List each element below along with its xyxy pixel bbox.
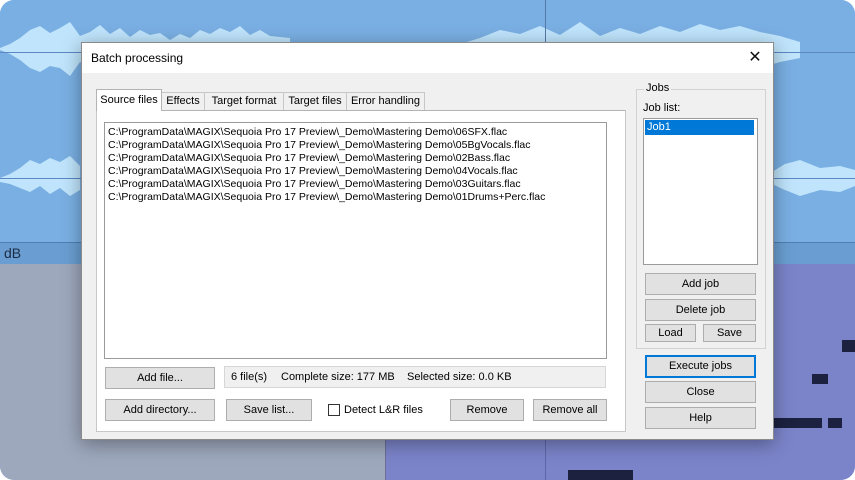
dialog-titlebar[interactable]: Batch processing ✕ bbox=[82, 43, 773, 73]
add-job-button[interactable]: Add job bbox=[645, 273, 756, 295]
add-file-button[interactable]: Add file... bbox=[105, 367, 215, 389]
batch-processing-dialog: Batch processing ✕ Source files Effects … bbox=[81, 42, 774, 440]
list-item[interactable]: C:\ProgramData\MAGIX\Sequoia Pro 17 Prev… bbox=[108, 152, 510, 164]
dialog-title: Batch processing bbox=[91, 51, 184, 65]
detect-lr-checkbox[interactable] bbox=[328, 404, 340, 416]
help-button[interactable]: Help bbox=[645, 407, 756, 429]
db-label: dB bbox=[4, 245, 22, 261]
load-button[interactable]: Load bbox=[645, 324, 696, 342]
job-list-label: Job list: bbox=[643, 102, 681, 114]
delete-job-button[interactable]: Delete job bbox=[645, 299, 756, 321]
close-button[interactable]: Close bbox=[645, 381, 756, 403]
file-count: 6 file(s) bbox=[231, 371, 268, 383]
tab-effects[interactable]: Effects bbox=[161, 92, 205, 110]
list-item[interactable]: C:\ProgramData\MAGIX\Sequoia Pro 17 Prev… bbox=[108, 178, 521, 190]
execute-jobs-button[interactable]: Execute jobs bbox=[645, 355, 756, 378]
add-directory-button[interactable]: Add directory... bbox=[105, 399, 215, 421]
remove-button[interactable]: Remove bbox=[450, 399, 524, 421]
remove-all-button[interactable]: Remove all bbox=[533, 399, 607, 421]
file-status-box: 6 file(s) Complete size: 177 MB Selected… bbox=[224, 366, 606, 388]
save-button[interactable]: Save bbox=[703, 324, 756, 342]
source-file-list[interactable]: C:\ProgramData\MAGIX\Sequoia Pro 17 Prev… bbox=[104, 122, 607, 359]
list-item[interactable]: Job1 bbox=[645, 120, 754, 135]
midi-note bbox=[812, 374, 828, 384]
tab-source-files[interactable]: Source files bbox=[96, 89, 162, 111]
midi-note bbox=[772, 418, 822, 428]
list-item[interactable]: C:\ProgramData\MAGIX\Sequoia Pro 17 Prev… bbox=[108, 126, 507, 138]
selected-size: Selected size: 0.0 KB bbox=[407, 371, 512, 383]
close-icon[interactable]: ✕ bbox=[745, 48, 765, 68]
list-item[interactable]: C:\ProgramData\MAGIX\Sequoia Pro 17 Prev… bbox=[108, 191, 545, 203]
midi-note bbox=[568, 470, 633, 480]
list-item[interactable]: C:\ProgramData\MAGIX\Sequoia Pro 17 Prev… bbox=[108, 165, 518, 177]
tab-error-handling[interactable]: Error handling bbox=[346, 92, 425, 110]
tab-target-format[interactable]: Target format bbox=[204, 92, 284, 110]
midi-note bbox=[828, 418, 842, 428]
tab-target-files[interactable]: Target files bbox=[283, 92, 347, 110]
list-item[interactable]: C:\ProgramData\MAGIX\Sequoia Pro 17 Prev… bbox=[108, 139, 531, 151]
save-list-button[interactable]: Save list... bbox=[226, 399, 312, 421]
jobs-group-title: Jobs bbox=[644, 82, 672, 94]
desktop-screen: dB Batch processing ✕ Source files Effec… bbox=[0, 0, 855, 480]
complete-size: Complete size: 177 MB bbox=[281, 371, 395, 383]
detect-lr-label: Detect L&R files bbox=[344, 404, 423, 416]
job-list[interactable]: Job1 bbox=[643, 118, 758, 265]
midi-note bbox=[842, 340, 855, 352]
